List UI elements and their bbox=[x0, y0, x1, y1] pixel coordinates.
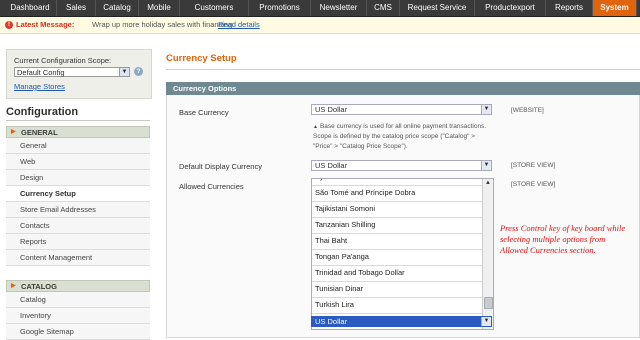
nav-productexport[interactable]: Productexport bbox=[475, 0, 546, 16]
scroll-thumb[interactable] bbox=[484, 297, 493, 309]
selected-currency-option[interactable]: US Dollar ▼ bbox=[311, 316, 492, 327]
section-catalog[interactable]: ▶ CATALOG bbox=[6, 280, 150, 292]
triangle-up-icon: ▲ bbox=[313, 124, 318, 130]
sidebar-item-store-email-addresses[interactable]: Store Email Addresses bbox=[6, 202, 150, 218]
scope-switcher: Current Configuration Scope: Default Con… bbox=[6, 49, 152, 99]
sidebar-item-label: General bbox=[20, 141, 47, 150]
manage-stores-link[interactable]: Manage Stores bbox=[14, 82, 65, 91]
page-title: Currency Setup bbox=[166, 53, 237, 64]
nav-catalog[interactable]: Catalog bbox=[96, 0, 139, 16]
help-icon[interactable]: ? bbox=[134, 67, 143, 76]
sidebar-item-label: Contacts bbox=[20, 221, 50, 230]
sidebar-item-label: Store Email Addresses bbox=[20, 205, 96, 214]
section-label: GENERAL bbox=[21, 128, 58, 137]
sidebar-item-currency-setup[interactable]: Currency Setup bbox=[6, 186, 150, 202]
currency-option[interactable]: Tongan Pa'anga bbox=[312, 249, 483, 266]
top-nav: Dashboard Sales Catalog Mobile Customers… bbox=[0, 0, 640, 17]
nav-system[interactable]: System bbox=[593, 0, 637, 16]
sidebar-item-web[interactable]: Web bbox=[6, 154, 150, 170]
sidebar-item-reports[interactable]: Reports bbox=[6, 234, 150, 250]
display-currency-scope: [STORE VIEW] bbox=[511, 162, 556, 169]
triangle-right-icon: ▶ bbox=[11, 129, 16, 135]
display-currency-select[interactable]: US Dollar ▼ bbox=[311, 160, 492, 171]
chevron-down-icon: ▼ bbox=[481, 317, 491, 326]
nav-cms[interactable]: CMS bbox=[367, 0, 400, 16]
currency-option[interactable]: Trinidad and Tobago Dollar bbox=[312, 265, 483, 282]
instruction-annotation: Press Control key of key board while sel… bbox=[500, 223, 626, 255]
message-bar: ! Latest Message: Wrap up more holiday s… bbox=[0, 17, 640, 34]
currency-option[interactable]: Thai Baht bbox=[312, 233, 483, 250]
sidebar-item-content-management[interactable]: Content Management bbox=[6, 250, 150, 266]
sidebar-item-contacts[interactable]: Contacts bbox=[6, 218, 150, 234]
hint-text: Base currency is used for all online pay… bbox=[313, 123, 487, 150]
sidebar-item-label: Currency Setup bbox=[20, 189, 76, 198]
chevron-down-icon: ▼ bbox=[119, 68, 129, 76]
sidebar-item-label: Reports bbox=[20, 237, 47, 246]
divider bbox=[166, 69, 640, 70]
divider bbox=[6, 120, 150, 121]
scope-label: Current Configuration Scope: bbox=[14, 56, 112, 65]
message-label: Latest Message: bbox=[16, 20, 75, 29]
sidebar-item-label: Design bbox=[20, 173, 44, 182]
configuration-title: Configuration bbox=[6, 106, 79, 118]
sidebar-item-catalog[interactable]: Catalog bbox=[6, 292, 150, 308]
nav-mobile[interactable]: Mobile bbox=[139, 0, 180, 16]
fieldset-header[interactable]: Currency Options bbox=[166, 82, 640, 95]
nav-promotions[interactable]: Promotions bbox=[249, 0, 311, 16]
currency-option[interactable]: Tajikistani Somoni bbox=[312, 201, 483, 218]
sidebar-item-label: Google Sitemap bbox=[20, 327, 74, 336]
allowed-currencies-scope: [STORE VIEW] bbox=[511, 181, 556, 188]
chevron-down-icon: ▼ bbox=[481, 105, 491, 114]
base-currency-scope: [WEBSITE] bbox=[511, 107, 544, 114]
base-currency-hint: ▲ Base currency is used for all online pa… bbox=[313, 122, 493, 152]
list-scrollbar[interactable]: ▲ bbox=[482, 179, 493, 329]
chevron-down-icon: ▼ bbox=[481, 161, 491, 170]
scope-value: Default Config bbox=[17, 68, 65, 77]
sidebar-item-inventory[interactable]: Inventory bbox=[6, 308, 150, 324]
warning-icon: ! bbox=[5, 21, 13, 29]
section-general[interactable]: ▶ GENERAL bbox=[6, 126, 150, 138]
scroll-up-icon[interactable]: ▲ bbox=[483, 179, 493, 188]
base-currency-select[interactable]: US Dollar ▼ bbox=[311, 104, 492, 115]
selected-currency-value: US Dollar bbox=[315, 317, 348, 326]
allowed-currencies-label: Allowed Currencies bbox=[179, 182, 244, 191]
triangle-right-icon: ▶ bbox=[11, 283, 16, 289]
sidebar-item-label: Web bbox=[20, 157, 36, 166]
currency-option[interactable]: Tanzanian Shilling bbox=[312, 217, 483, 234]
sidebar-item-label: Catalog bbox=[20, 295, 46, 304]
read-details-link[interactable]: Read details bbox=[218, 17, 260, 33]
nav-dashboard[interactable]: Dashboard bbox=[4, 0, 57, 16]
nav-sales[interactable]: Sales bbox=[57, 0, 96, 16]
base-currency-label: Base Currency bbox=[179, 108, 229, 117]
sidebar-item-label: Content Management bbox=[20, 253, 93, 262]
nav-newsletter[interactable]: Newsletter bbox=[311, 0, 367, 16]
display-currency-label: Default Display Currency bbox=[179, 162, 262, 171]
nav-customers[interactable]: Customers bbox=[180, 0, 249, 16]
nav-request-service[interactable]: Request Service bbox=[400, 0, 475, 16]
currency-option[interactable]: Turkish Lira bbox=[312, 297, 483, 314]
fieldset-title: Currency Options bbox=[173, 84, 237, 93]
scope-select[interactable]: Default Config ▼ bbox=[14, 67, 130, 77]
currency-option[interactable]: São Tomé and Príncipe Dobra bbox=[312, 185, 483, 202]
base-currency-value: US Dollar bbox=[315, 105, 348, 114]
sidebar-item-general[interactable]: General bbox=[6, 138, 150, 154]
currency-option[interactable]: Tunisian Dinar bbox=[312, 281, 483, 298]
nav-reports[interactable]: Reports bbox=[546, 0, 593, 16]
sidebar-item-label: Inventory bbox=[20, 311, 51, 320]
sidebar-item-design[interactable]: Design bbox=[6, 170, 150, 186]
message-text: Wrap up more holiday sales with financin… bbox=[92, 20, 233, 29]
display-currency-value: US Dollar bbox=[315, 161, 348, 170]
allowed-currencies-multiselect[interactable]: Syrian Pound São Tomé and Príncipe Dobra… bbox=[311, 178, 494, 330]
section-label: CATALOG bbox=[21, 282, 57, 291]
